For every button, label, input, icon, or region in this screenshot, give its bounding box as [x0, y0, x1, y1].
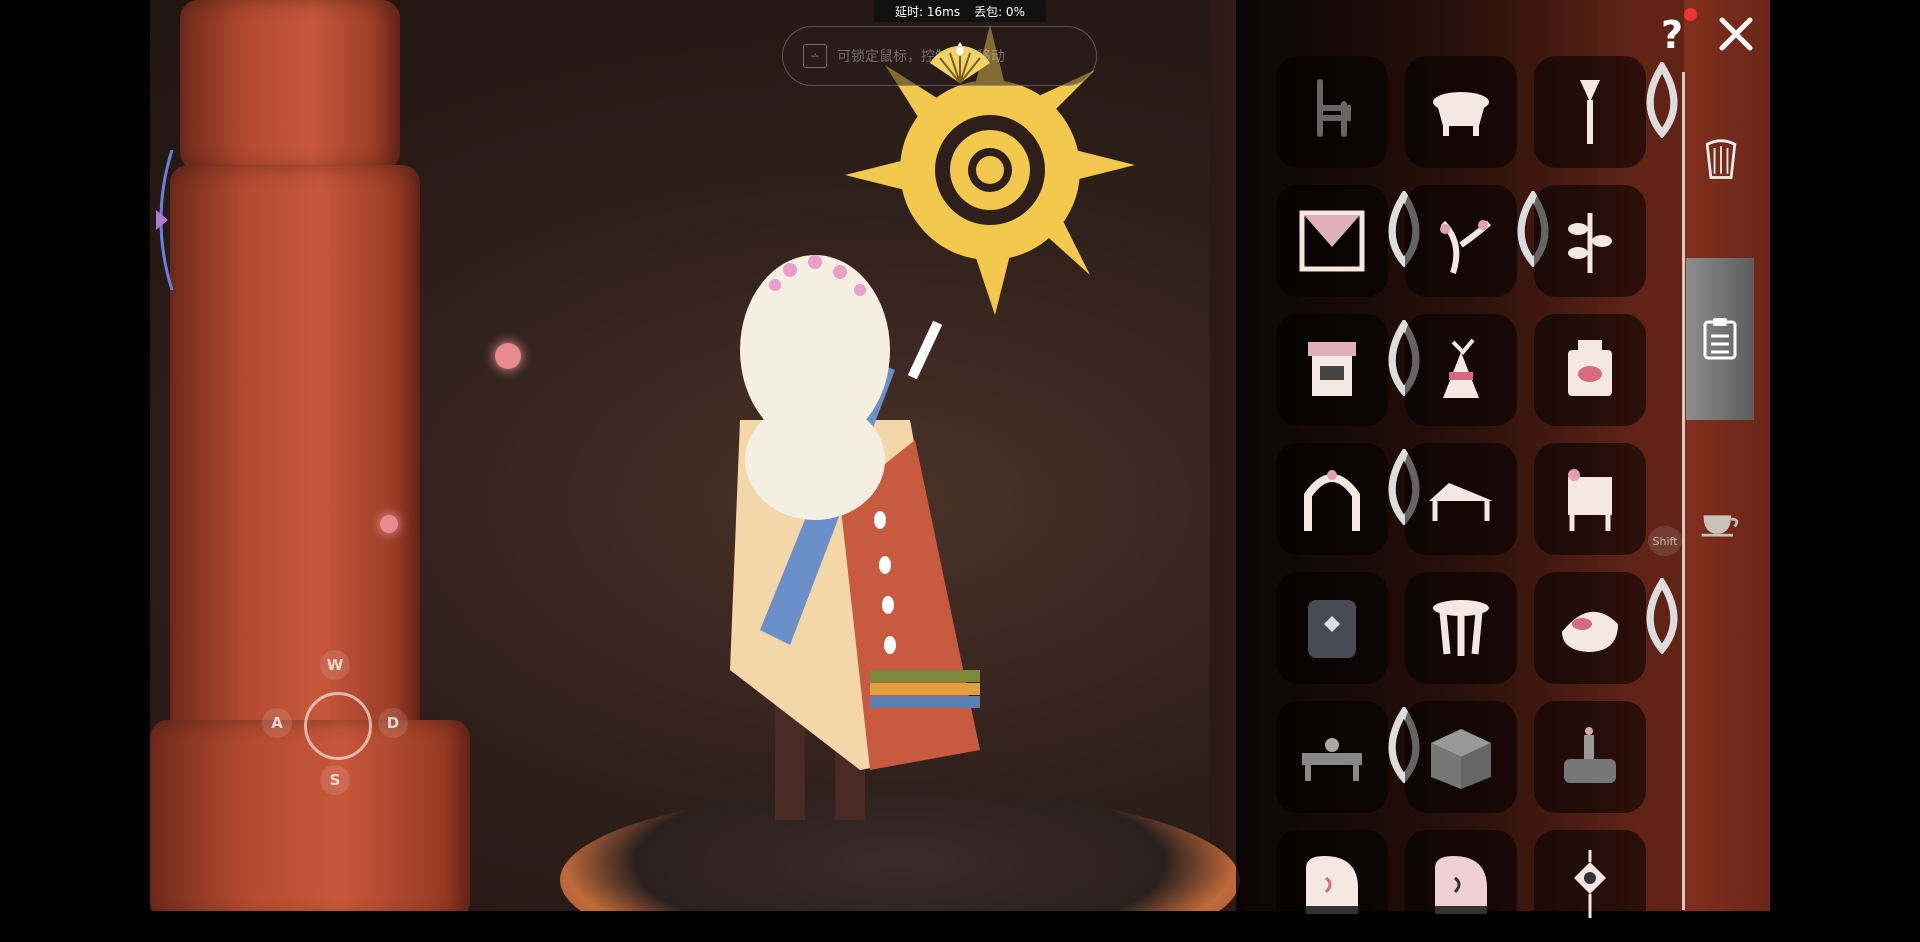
close-icon[interactable]: [1716, 14, 1756, 54]
harp-icon[interactable]: [1686, 120, 1756, 200]
furniture-item-pot[interactable]: [1405, 56, 1517, 168]
furniture-item-stool[interactable]: [1405, 572, 1517, 684]
key-d[interactable]: D: [378, 708, 408, 738]
candle-drop-icon: [1366, 705, 1420, 784]
flower-chair-icon: [1568, 469, 1612, 531]
furniture-item-plant[interactable]: [1534, 185, 1646, 297]
list-icon[interactable]: [1686, 258, 1754, 420]
branch-icon: [1440, 220, 1492, 274]
candle-drop-icon: [1624, 60, 1678, 139]
player-character: [720, 250, 1020, 830]
packet-loss-label: 丢包: 0%: [974, 4, 1025, 19]
pot-icon: [1433, 92, 1489, 136]
teacup-icon[interactable]: [1686, 480, 1756, 560]
furniture-item-cushion[interactable]: [1534, 572, 1678, 684]
shift-key-hint[interactable]: Shift: [1648, 526, 1682, 556]
furniture-item-flower-chair[interactable]: [1534, 443, 1646, 555]
stool-icon: [1433, 600, 1489, 656]
key-s[interactable]: S: [320, 765, 350, 795]
chest-box-icon: [1431, 729, 1491, 789]
candle-drop-icon: [1366, 189, 1420, 268]
side-menu-arrow-icon[interactable]: [150, 149, 180, 291]
lounge-chair-icon: [1429, 483, 1493, 521]
bird-statue-icon: [1443, 338, 1479, 398]
furniture-item-arch-flowers[interactable]: [1276, 443, 1420, 555]
network-stats: 延时: 16ms 丢包: 0%: [874, 0, 1046, 22]
torch-staff-icon: [1580, 80, 1600, 144]
furniture-item-lantern-box[interactable]: [1534, 314, 1646, 426]
stall-icon: [1308, 342, 1356, 396]
key-a[interactable]: A: [262, 708, 292, 738]
joystick-ring[interactable]: [304, 692, 372, 760]
hint-key: ∸: [803, 44, 827, 68]
furniture-item-candle-set[interactable]: [1534, 701, 1646, 813]
cushion-icon: [1562, 611, 1618, 652]
panel-scrollbar[interactable]: [1682, 72, 1685, 910]
lantern-box-icon: [1568, 340, 1612, 396]
furniture-item-stall[interactable]: [1276, 314, 1420, 426]
piano-pink-icon: [1435, 856, 1487, 914]
candle-drop-icon: [1366, 318, 1420, 397]
furniture-item-curtain-frame[interactable]: [1276, 185, 1420, 297]
piano-white-icon: [1306, 856, 1358, 914]
arch-flowers-icon: [1304, 470, 1360, 531]
plant-icon: [1568, 213, 1612, 273]
furniture-item-torch-staff[interactable]: [1534, 56, 1678, 168]
notification-dot: [1684, 8, 1697, 21]
furniture-item-hanging-ornament[interactable]: [1534, 830, 1646, 942]
candle-set-icon: [1564, 727, 1616, 783]
stone-shrine-icon: [1308, 600, 1356, 658]
furniture-item-branch[interactable]: [1405, 185, 1549, 297]
furniture-item-chair[interactable]: [1276, 56, 1388, 168]
hanging-ornament-icon: [1574, 850, 1606, 918]
furniture-item-bird-statue[interactable]: [1405, 314, 1517, 426]
furniture-item-piano-pink[interactable]: [1405, 830, 1517, 942]
furniture-item-tea-table[interactable]: [1276, 701, 1420, 813]
furniture-item-stone-shrine[interactable]: [1276, 572, 1388, 684]
key-w[interactable]: W: [320, 650, 350, 680]
chair-icon: [1317, 79, 1351, 137]
cape-energy-fan-icon: [925, 38, 995, 88]
furniture-grid: [1276, 56, 1678, 942]
candle-drop-icon: [1366, 447, 1420, 526]
furniture-item-lounge-chair[interactable]: [1405, 443, 1517, 555]
tea-table-icon: [1302, 738, 1362, 781]
furniture-item-piano-white[interactable]: [1276, 830, 1388, 942]
curtain-frame-icon: [1299, 210, 1365, 272]
light-orb: [380, 515, 398, 533]
wasd-movement-pad[interactable]: W A D S: [258, 650, 418, 800]
furniture-item-chest-box[interactable]: [1405, 701, 1517, 813]
latency-label: 延时: 16ms: [895, 4, 961, 19]
candle-drop-icon: [1624, 576, 1678, 655]
light-orb: [495, 343, 521, 369]
candle-drop-icon: [1495, 189, 1549, 268]
